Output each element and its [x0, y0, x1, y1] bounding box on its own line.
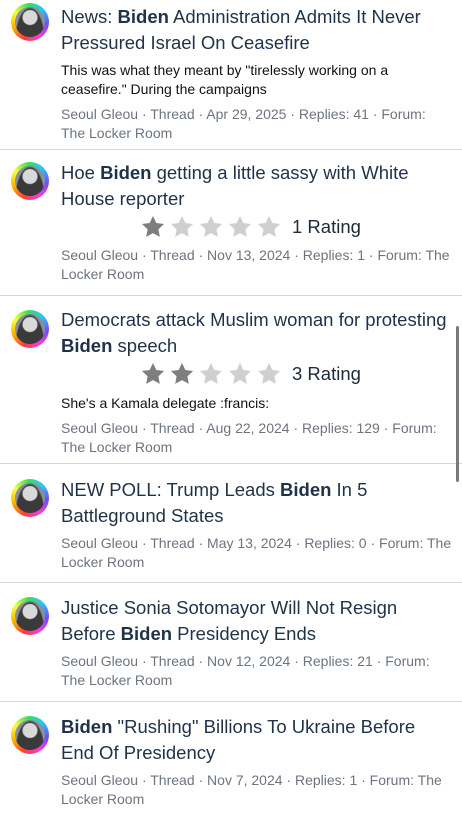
search-highlight: Biden: [117, 6, 169, 27]
thread-title-link[interactable]: NEW POLL: Trump Leads Biden In 5 Battleg…: [61, 477, 452, 529]
search-results-list: News: Biden Administration Admits It Nev…: [0, 0, 462, 832]
avatar[interactable]: [11, 3, 49, 41]
star-empty-icon: [256, 214, 282, 240]
star-filled-icon: [169, 361, 195, 387]
avatar[interactable]: [11, 597, 49, 635]
star-filled-icon: [140, 361, 166, 387]
result-meta: Seoul Gleou · Thread · Nov 12, 2024 · Re…: [61, 653, 430, 688]
thread-title-link[interactable]: Justice Sonia Sotomayor Will Not Resign …: [61, 595, 452, 647]
star-empty-icon: [227, 214, 253, 240]
search-highlight: Biden: [61, 716, 113, 737]
result-item[interactable]: News: Biden Administration Admits It Nev…: [0, 0, 462, 150]
star-empty-icon: [198, 214, 224, 240]
star-empty-icon: [198, 361, 224, 387]
thread-rating: 3 Rating: [140, 359, 452, 389]
thread-title-link[interactable]: Democrats attack Muslim woman for protes…: [61, 307, 452, 359]
star-filled-icon: [140, 214, 166, 240]
rating-stars: [140, 214, 285, 240]
rating-stars: [140, 361, 285, 387]
rating-count: 3 Rating: [292, 363, 361, 384]
result-meta: Seoul Gleou · Thread · May 13, 2024 · Re…: [61, 535, 452, 570]
result-item[interactable]: Justice Sonia Sotomayor Will Not Resign …: [0, 583, 462, 702]
result-meta: Seoul Gleou · Thread · Nov 7, 2024 · Rep…: [61, 772, 442, 807]
vertical-scrollbar[interactable]: [456, 326, 459, 482]
avatar[interactable]: [11, 479, 49, 517]
search-highlight: Biden: [280, 479, 332, 500]
avatar[interactable]: [11, 310, 49, 348]
search-highlight: Biden: [120, 623, 173, 644]
thread-title-link[interactable]: Biden "Rushing" Billions To Ukraine Befo…: [61, 714, 452, 766]
avatar[interactable]: [11, 162, 49, 200]
star-empty-icon: [169, 214, 195, 240]
result-item[interactable]: Biden "Rushing" Billions To Ukraine Befo…: [0, 702, 462, 832]
result-item[interactable]: Democrats attack Muslim woman for protes…: [0, 296, 462, 464]
thread-title-link[interactable]: Hoe Biden getting a little sassy with Wh…: [61, 160, 452, 212]
result-meta: Seoul Gleou · Thread · Nov 13, 2024 · Re…: [61, 247, 450, 282]
avatar[interactable]: [11, 716, 49, 754]
result-snippet: This was what they meant by "tirelessly …: [61, 62, 389, 97]
star-empty-icon: [256, 361, 282, 387]
result-snippet: She's a Kamala delegate :francis:: [61, 395, 270, 411]
search-highlight: Biden: [61, 335, 113, 356]
result-meta: Seoul Gleou · Thread · Aug 22, 2024 · Re…: [61, 420, 437, 455]
result-item[interactable]: Hoe Biden getting a little sassy with Wh…: [0, 150, 462, 296]
result-meta: Seoul Gleou · Thread · Apr 29, 2025 · Re…: [61, 106, 426, 141]
star-empty-icon: [227, 361, 253, 387]
search-highlight: Biden: [100, 162, 152, 183]
rating-count: 1 Rating: [292, 216, 361, 237]
thread-title-link[interactable]: News: Biden Administration Admits It Nev…: [61, 4, 452, 56]
thread-rating: 1 Rating: [140, 212, 452, 242]
result-item[interactable]: NEW POLL: Trump Leads Biden In 5 Battleg…: [0, 464, 462, 583]
